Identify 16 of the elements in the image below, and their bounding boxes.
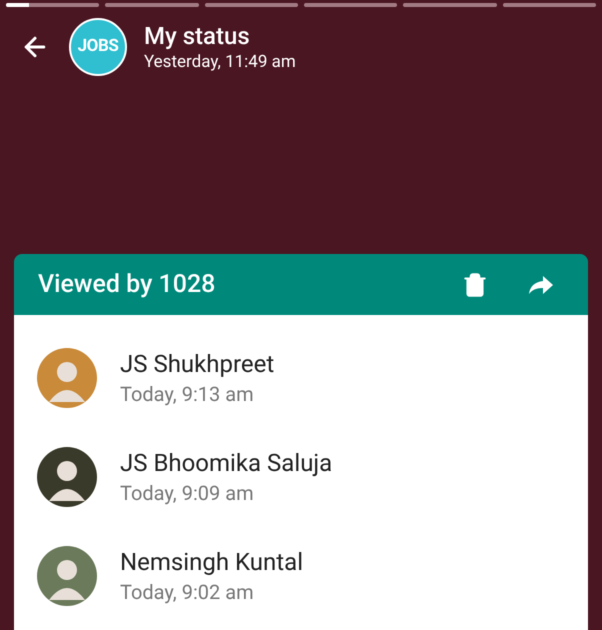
status-avatar: JOBS	[69, 18, 127, 76]
delete-button[interactable]	[462, 272, 488, 298]
viewer-name: JS Shukhpreet	[120, 348, 274, 380]
status-title: My status	[144, 21, 251, 51]
viewer-time: Today, 9:13 am	[120, 380, 255, 408]
viewer-item[interactable]: JS Shukhpreet Today, 9:13 am	[14, 333, 588, 432]
viewer-item[interactable]: Nemsingh Kuntal Today, 9:02 am	[14, 531, 588, 630]
viewer-time: Today, 9:02 am	[120, 578, 255, 606]
viewers-title: Viewed by 1028	[38, 268, 216, 301]
viewer-time: Today, 9:09 am	[120, 480, 255, 506]
viewer-name: Nemsingh Kuntal	[120, 546, 304, 578]
share-button[interactable]	[528, 274, 554, 296]
share-arrow-icon	[528, 274, 554, 296]
status-time: Yesterday, 11:49 am	[144, 51, 296, 73]
viewer-name: JS Bhoomika Saluja	[120, 448, 332, 478]
viewer-item[interactable]: JS Bhoomika Saluja Today, 9:09 am	[14, 432, 588, 531]
